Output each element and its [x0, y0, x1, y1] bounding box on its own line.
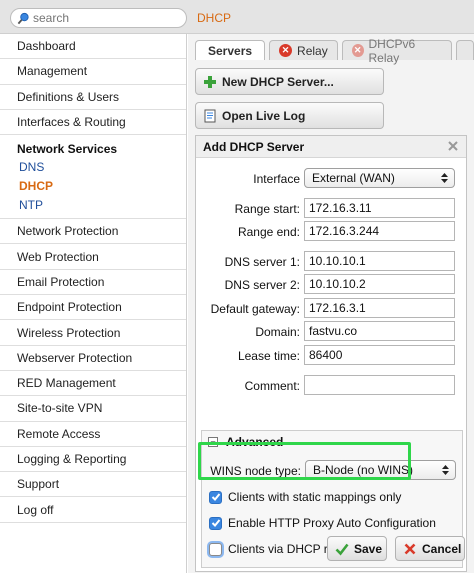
range-start-row: Range start:: [196, 198, 468, 218]
check-icon: [211, 493, 220, 501]
range-end-input[interactable]: [304, 221, 455, 241]
tab-relay[interactable]: ✕ Relay: [269, 40, 338, 60]
search-icon: [17, 12, 29, 24]
tab-dhcpv6-relay-label: DHCPv6 Relay: [368, 36, 416, 65]
default-gateway-label: Default gateway:: [210, 302, 300, 316]
panel-header: Add DHCP Server: [196, 136, 466, 158]
sidebar-item-dashboard[interactable]: Dashboard: [0, 34, 186, 60]
sidebar-item-email-protection[interactable]: Email Protection: [0, 270, 186, 296]
sidebar-item-remote-access[interactable]: Remote Access: [0, 422, 186, 447]
dns-server-2-row: DNS server 2:: [196, 274, 468, 294]
search-input[interactable]: [33, 11, 183, 25]
comment-input[interactable]: [304, 375, 455, 395]
dns-server-2-label: DNS server 2:: [224, 278, 300, 292]
sidebar-item-definitions-users[interactable]: Definitions & Users: [0, 85, 186, 110]
sidebar-item-webserver-protection[interactable]: Webserver Protection: [0, 346, 186, 371]
error-icon: ✕: [351, 44, 364, 57]
sidebar-subitem-dhcp[interactable]: DHCP: [0, 176, 186, 195]
sidebar: Dashboard Management Definitions & Users…: [0, 34, 187, 573]
sidebar-item-support[interactable]: Support: [0, 472, 186, 498]
sidebar-item-interfaces-routing[interactable]: Interfaces & Routing: [0, 110, 186, 136]
sidebar-item-network-services[interactable]: Network Services: [0, 141, 186, 157]
default-gateway-row: Default gateway:: [196, 298, 468, 318]
plus-icon: [204, 75, 216, 88]
tab-dhcpv6-relay[interactable]: ✕ DHCPv6 Relay: [341, 37, 452, 65]
sidebar-item-red-management[interactable]: RED Management: [0, 371, 186, 397]
http-proxy-label: Enable HTTP Proxy Auto Configuration: [228, 516, 436, 530]
lease-time-input[interactable]: [304, 345, 455, 365]
static-mappings-option[interactable]: Clients with static mappings only: [209, 488, 401, 506]
log-file-icon: [204, 109, 216, 122]
static-mappings-label: Clients with static mappings only: [228, 490, 402, 504]
sidebar-item-endpoint-protection[interactable]: Endpoint Protection: [0, 295, 186, 321]
interface-label: Interface: [253, 172, 300, 186]
range-start-label: Range start:: [234, 202, 300, 216]
highlight-box: [198, 442, 411, 480]
cancel-label: Cancel: [422, 541, 462, 556]
check-icon: [211, 519, 220, 527]
tab-servers[interactable]: Servers: [195, 40, 266, 60]
static-mappings-checkbox[interactable]: [209, 490, 222, 504]
domain-label: Domain:: [255, 325, 300, 339]
interface-value: External (WAN): [312, 171, 395, 185]
main-content: Servers ✕ Relay ✕ DHCPv6 Relay New DHCP …: [188, 34, 474, 573]
tab-relay-label: Relay: [297, 43, 328, 58]
sidebar-item-site-to-site-vpn[interactable]: Site-to-site VPN: [0, 396, 186, 422]
dns-server-1-input[interactable]: [304, 251, 455, 271]
sidebar-item-logging-reporting[interactable]: Logging & Reporting: [0, 447, 186, 473]
sidebar-item-management[interactable]: Management: [0, 59, 186, 85]
check-icon: [335, 543, 349, 555]
save-label: Save: [354, 541, 383, 556]
dns-server-2-input[interactable]: [304, 274, 455, 294]
lease-time-row: Lease time:: [196, 345, 468, 365]
range-start-input[interactable]: [304, 198, 455, 218]
new-dhcp-server-label: New DHCP Server...: [222, 74, 334, 89]
sidebar-subitem-ntp[interactable]: NTP: [0, 195, 186, 214]
relay-agent-checkbox[interactable]: [209, 542, 222, 556]
lease-time-label: Lease time:: [237, 349, 300, 363]
domain-row: Domain:: [196, 321, 468, 341]
default-gateway-input[interactable]: [304, 298, 455, 318]
interface-select[interactable]: External (WAN): [304, 168, 455, 188]
sidebar-item-network-protection[interactable]: Network Protection: [0, 219, 186, 245]
open-live-log-button[interactable]: Open Live Log: [195, 102, 384, 129]
range-end-label: Range end:: [237, 225, 300, 239]
http-proxy-checkbox[interactable]: [209, 516, 222, 530]
top-bar: DHCP: [0, 0, 474, 34]
range-end-row: Range end:: [196, 221, 468, 241]
open-live-log-label: Open Live Log: [222, 108, 306, 123]
updown-arrows-icon: [441, 173, 448, 183]
save-button[interactable]: Save: [327, 536, 387, 561]
close-icon[interactable]: [447, 140, 459, 152]
http-proxy-option[interactable]: Enable HTTP Proxy Auto Configuration: [209, 514, 436, 532]
add-dhcp-server-panel: Add DHCP Server Interface External (WAN)…: [195, 135, 467, 572]
comment-label: Comment:: [244, 379, 300, 393]
breadcrumb: DHCP: [197, 11, 232, 25]
tab-bar: Servers ✕ Relay ✕ DHCPv6 Relay: [195, 37, 474, 65]
sidebar-item-wireless-protection[interactable]: Wireless Protection: [0, 320, 186, 346]
cancel-button[interactable]: Cancel: [395, 536, 465, 561]
dns-server-1-row: DNS server 1:: [196, 251, 468, 271]
comment-row: Comment:: [196, 375, 468, 395]
interface-row: Interface External (WAN): [196, 168, 468, 188]
sidebar-item-log-off[interactable]: Log off: [0, 497, 186, 523]
search-box[interactable]: [10, 8, 187, 28]
sidebar-item-web-protection[interactable]: Web Protection: [0, 244, 186, 270]
error-icon: ✕: [279, 44, 293, 57]
sidebar-subitem-dns[interactable]: DNS: [0, 157, 186, 176]
tab-overflow[interactable]: [455, 40, 474, 60]
dns-server-1-label: DNS server 1:: [224, 255, 300, 269]
panel-title: Add DHCP Server: [203, 139, 305, 154]
close-icon: [404, 543, 416, 554]
domain-input[interactable]: [304, 321, 455, 341]
updown-arrows-icon: [442, 465, 449, 475]
sidebar-group-network-services: Network Services DNS DHCP NTP: [0, 135, 186, 220]
new-dhcp-server-button[interactable]: New DHCP Server...: [195, 68, 384, 95]
